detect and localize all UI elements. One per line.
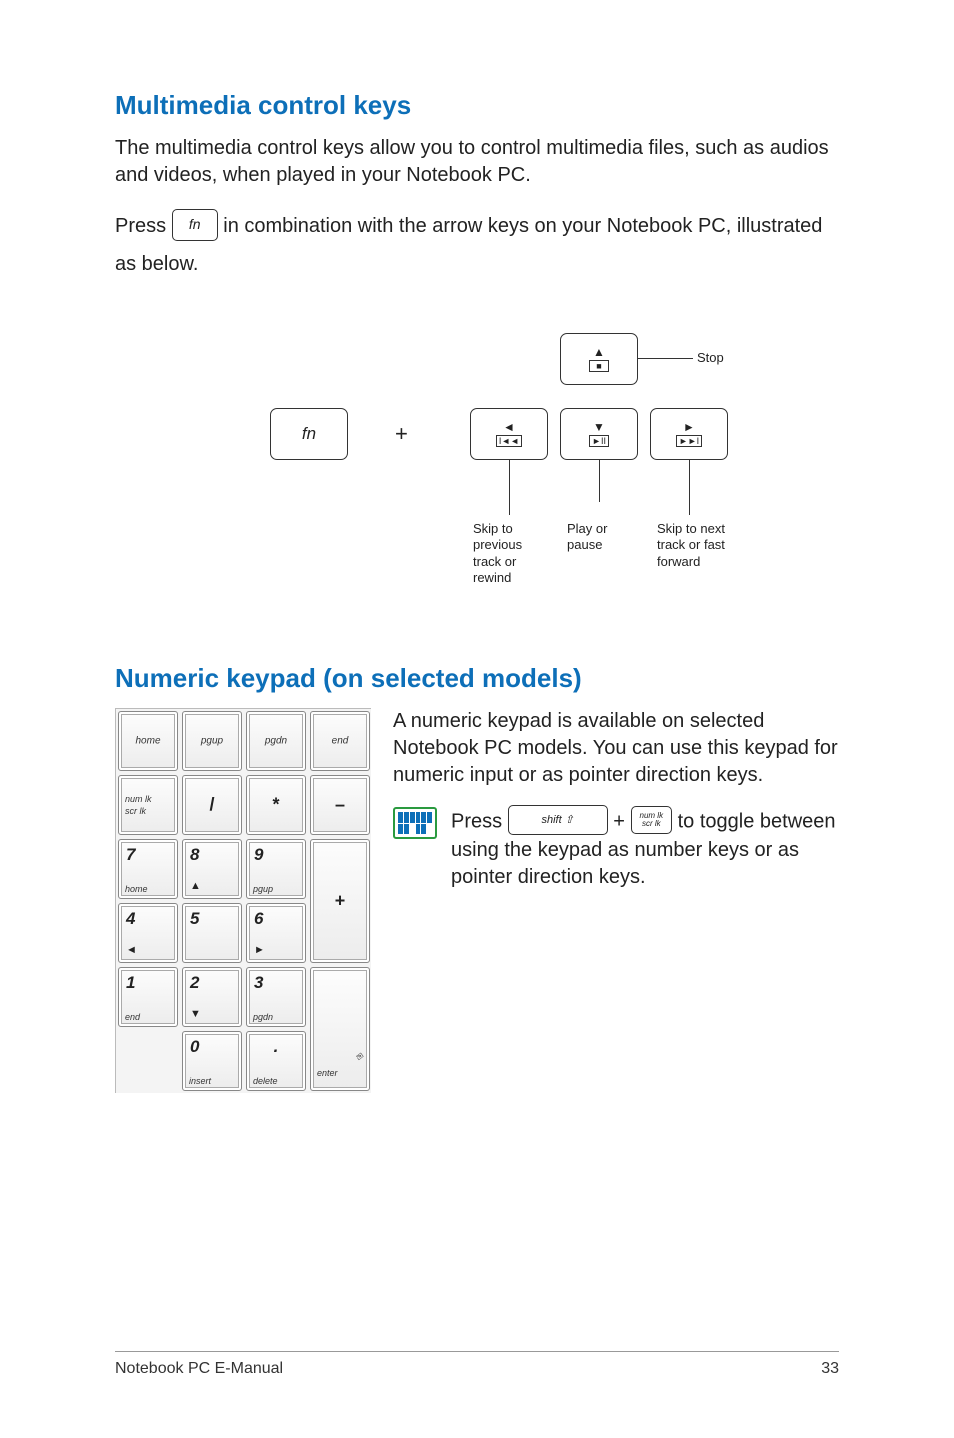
callout-line — [638, 358, 693, 359]
diagram-fn-key: fn — [270, 408, 348, 460]
footer-page-number: 33 — [821, 1360, 839, 1378]
key-plus: + — [310, 839, 370, 963]
callout-line — [599, 460, 600, 502]
shift-key: shift ⇧ — [508, 805, 608, 835]
numeric-keypad-diagram: home pgup pgdn end num lk scr lk / * – 7… — [115, 708, 371, 1093]
triangle-down-icon: ▼ — [593, 421, 605, 433]
key-0: 0insert — [182, 1031, 242, 1091]
key-dot: .delete — [246, 1031, 306, 1091]
fn-key-inline: fn — [172, 209, 218, 241]
triangle-right-icon: ► — [683, 421, 695, 433]
callout-line — [509, 460, 510, 515]
key-5: 5 — [182, 903, 242, 963]
key-end: end — [310, 711, 370, 771]
key-3: 3pgdn — [246, 967, 306, 1027]
key-9: 9pgup — [246, 839, 306, 899]
heading-numeric: Numeric keypad (on selected models) — [115, 663, 839, 694]
key-star: * — [246, 775, 306, 835]
numlk-key: num lk scr lk — [631, 806, 673, 834]
key-pgdn: pgdn — [246, 711, 306, 771]
multimedia-diagram: fn + ▲ ■ ◄ I◄◄ ▼ ►II ► ►►I Stop Skip to … — [115, 303, 839, 633]
key-8: 8▲ — [182, 839, 242, 899]
next-track-icon: ►►I — [676, 435, 702, 447]
diagram-key-down-play: ▼ ►II — [560, 408, 638, 460]
triangle-up-icon: ▲ — [593, 346, 605, 358]
numeric-intro: A numeric keypad is available on selecte… — [393, 708, 839, 789]
press-after: in combination with the arrow keys on yo… — [115, 215, 822, 275]
key-1: 1end — [118, 967, 178, 1027]
label-skip-next: Skip to next track or fast forward — [657, 521, 737, 570]
diagram-plus: + — [395, 421, 408, 447]
key-minus: – — [310, 775, 370, 835]
note-text: Press shift ⇧ + num lk scr lk to toggle … — [451, 807, 839, 891]
label-play-pause: Play or pause — [567, 521, 627, 554]
note-block: Press shift ⇧ + num lk scr lk to toggle … — [393, 807, 839, 891]
prev-track-icon: I◄◄ — [496, 435, 522, 447]
key-slash: / — [182, 775, 242, 835]
footer-title: Notebook PC E-Manual — [115, 1360, 283, 1378]
key-6: 6► — [246, 903, 306, 963]
triangle-left-icon: ◄ — [503, 421, 515, 433]
keypad-note-icon — [393, 807, 437, 839]
multimedia-intro: The multimedia control keys allow you to… — [115, 135, 839, 189]
page-footer: Notebook PC E-Manual 33 — [115, 1351, 839, 1378]
diagram-key-right-next: ► ►►I — [650, 408, 728, 460]
key-2: 2▼ — [182, 967, 242, 1027]
play-pause-icon: ►II — [589, 435, 609, 447]
key-numlk: num lk scr lk — [118, 775, 178, 835]
diagram-key-left-prev: ◄ I◄◄ — [470, 408, 548, 460]
diagram-key-up-stop: ▲ ■ — [560, 333, 638, 385]
heading-multimedia: Multimedia control keys — [115, 90, 839, 121]
key-home: home — [118, 711, 178, 771]
label-stop: Stop — [697, 350, 757, 366]
label-skip-prev: Skip to previous track or rewind — [473, 521, 553, 586]
stop-icon: ■ — [589, 360, 609, 372]
key-7: 7home — [118, 839, 178, 899]
multimedia-press-line: Press fn in combination with the arrow k… — [115, 207, 839, 283]
press-word: Press — [115, 215, 166, 237]
callout-line — [689, 460, 690, 515]
key-4: 4◄ — [118, 903, 178, 963]
key-enter: enter⎆ — [310, 967, 370, 1091]
key-pgup: pgup — [182, 711, 242, 771]
